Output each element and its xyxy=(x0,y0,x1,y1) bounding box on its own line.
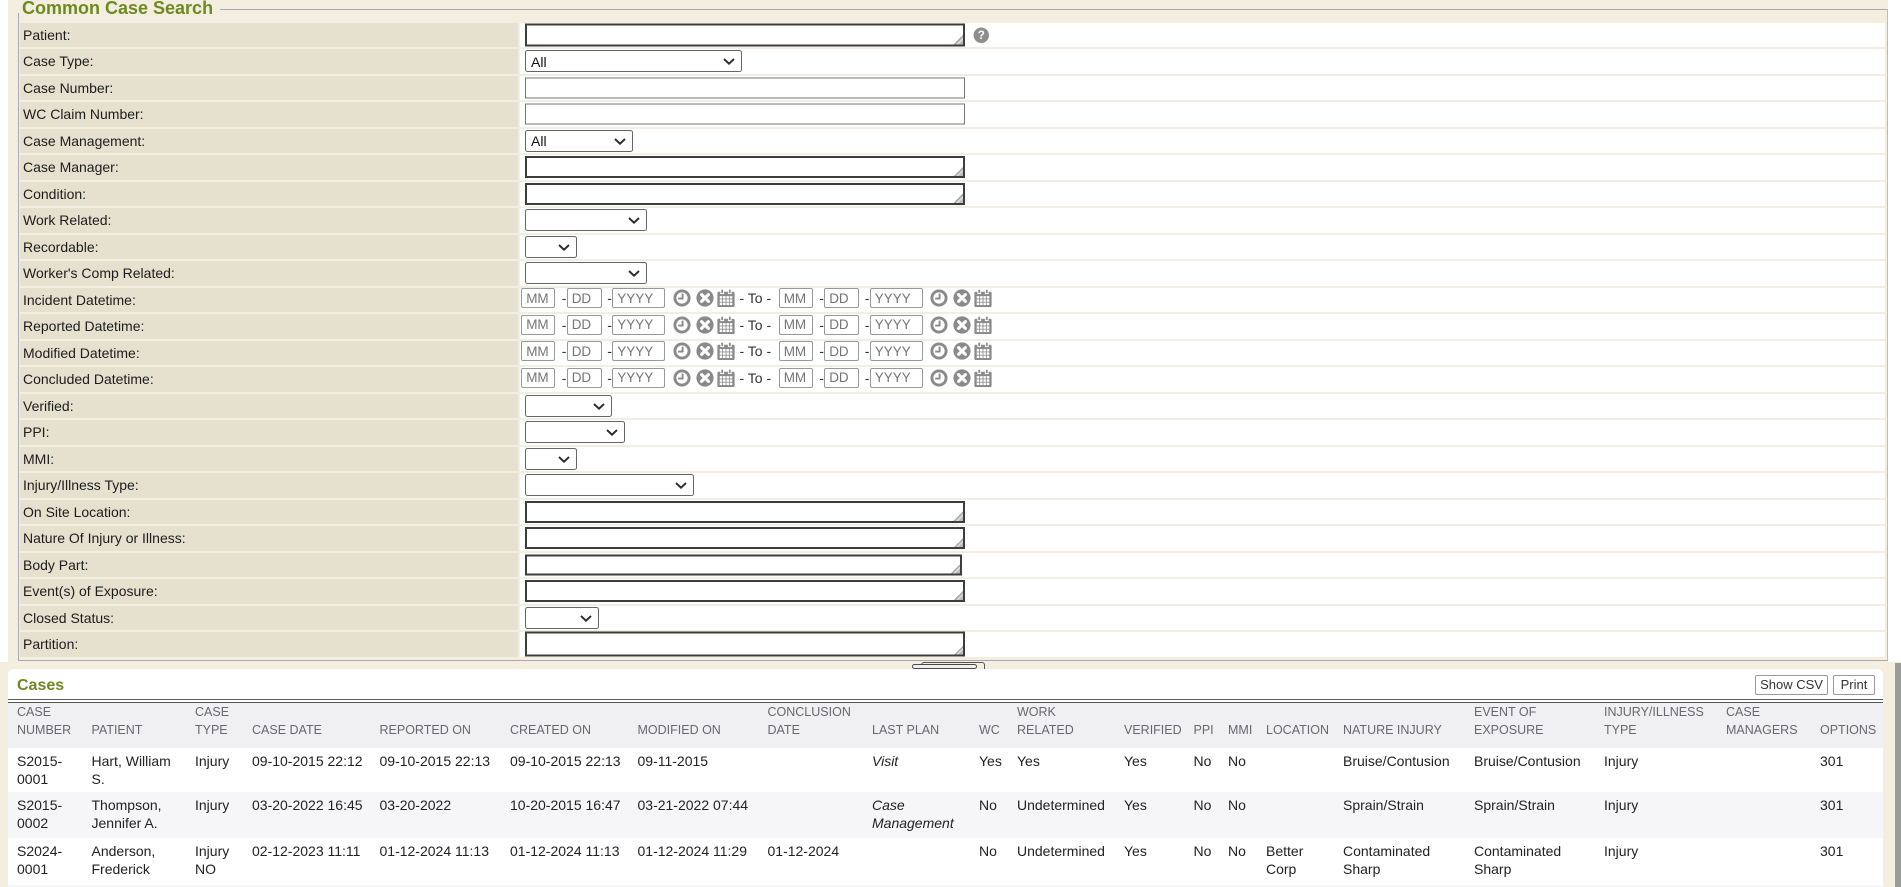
svg-text:?: ? xyxy=(977,30,984,42)
